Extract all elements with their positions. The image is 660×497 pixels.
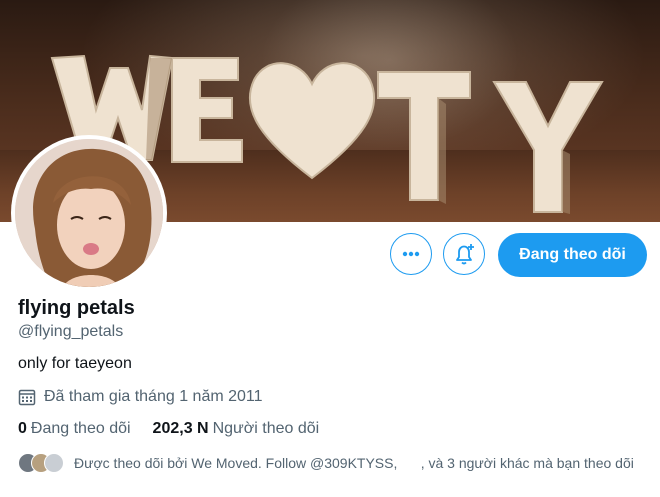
followers-you-know-avatars [18, 453, 64, 473]
ellipsis-icon [402, 251, 420, 257]
notifications-button[interactable] [443, 233, 485, 275]
calendar-icon [18, 388, 36, 406]
followers-count: 202,3 N [152, 420, 209, 437]
follow-stats: 0 Đang theo dõi 202,3 N Người theo dõi [18, 420, 341, 438]
following-stat-link[interactable]: 0 Đang theo dõi [18, 420, 131, 438]
followed-by-text: Được theo dõi bởi We Moved. Follow @309K… [74, 455, 634, 471]
following-button[interactable]: Đang theo dõi [498, 233, 647, 277]
more-options-button[interactable] [390, 233, 432, 275]
following-label: Đang theo dõi [30, 420, 131, 437]
avatar-photo [15, 139, 163, 287]
bell-plus-icon [456, 244, 474, 265]
profile-name: flying petals [18, 297, 135, 319]
joined-date: Đã tham gia tháng 1 năm 2011 [18, 388, 263, 406]
avatar [44, 453, 64, 473]
profile-avatar[interactable] [11, 135, 167, 291]
joined-text: Đã tham gia tháng 1 năm 2011 [44, 388, 263, 405]
following-button-label: Đang theo dõi [519, 246, 626, 263]
following-count: 0 [18, 420, 27, 437]
followers-label: Người theo dõi [212, 420, 320, 437]
profile-handle: @flying_petals [18, 323, 124, 340]
followers-stat-link[interactable]: 202,3 N Người theo dõi [153, 420, 320, 438]
followed-by-row[interactable]: Được theo dõi bởi We Moved. Follow @309K… [18, 453, 634, 473]
profile-bio: only for taeyeon [18, 355, 132, 372]
